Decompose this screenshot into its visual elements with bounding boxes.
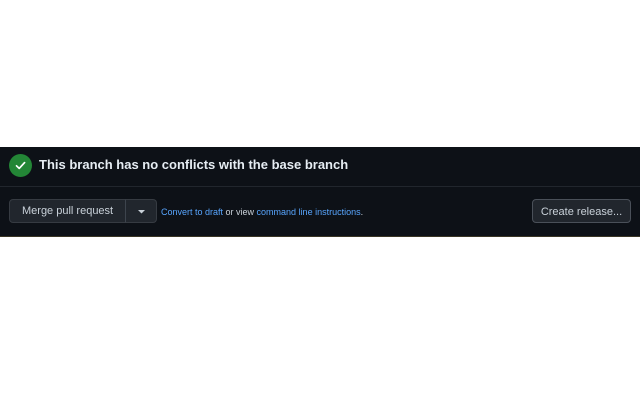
merge-action-row: Merge pull request Convert to draft or v…	[0, 187, 640, 237]
merge-helper-text: Convert to draft or view command line in…	[161, 207, 363, 217]
check-circle-icon	[9, 154, 32, 177]
merge-status-title: This branch has no conflicts with the ba…	[39, 157, 349, 172]
or-view-text: or view	[223, 207, 257, 217]
convert-to-draft-link[interactable]: Convert to draft	[161, 207, 223, 217]
merge-button-group: Merge pull request	[9, 199, 158, 223]
trailing-period: .	[360, 207, 364, 217]
create-release-button[interactable]: Create release...	[532, 199, 631, 223]
merge-box: This branch has no conflicts with the ba…	[0, 147, 640, 237]
command-line-instructions-link[interactable]: command line instructions	[257, 207, 361, 217]
merge-pull-request-button[interactable]: Merge pull request	[9, 199, 127, 223]
triangle-down-icon	[138, 210, 146, 214]
merge-status-row: This branch has no conflicts with the ba…	[0, 147, 640, 187]
page: This branch has no conflicts with the ba…	[0, 0, 640, 400]
merge-options-dropdown-button[interactable]	[125, 199, 158, 223]
